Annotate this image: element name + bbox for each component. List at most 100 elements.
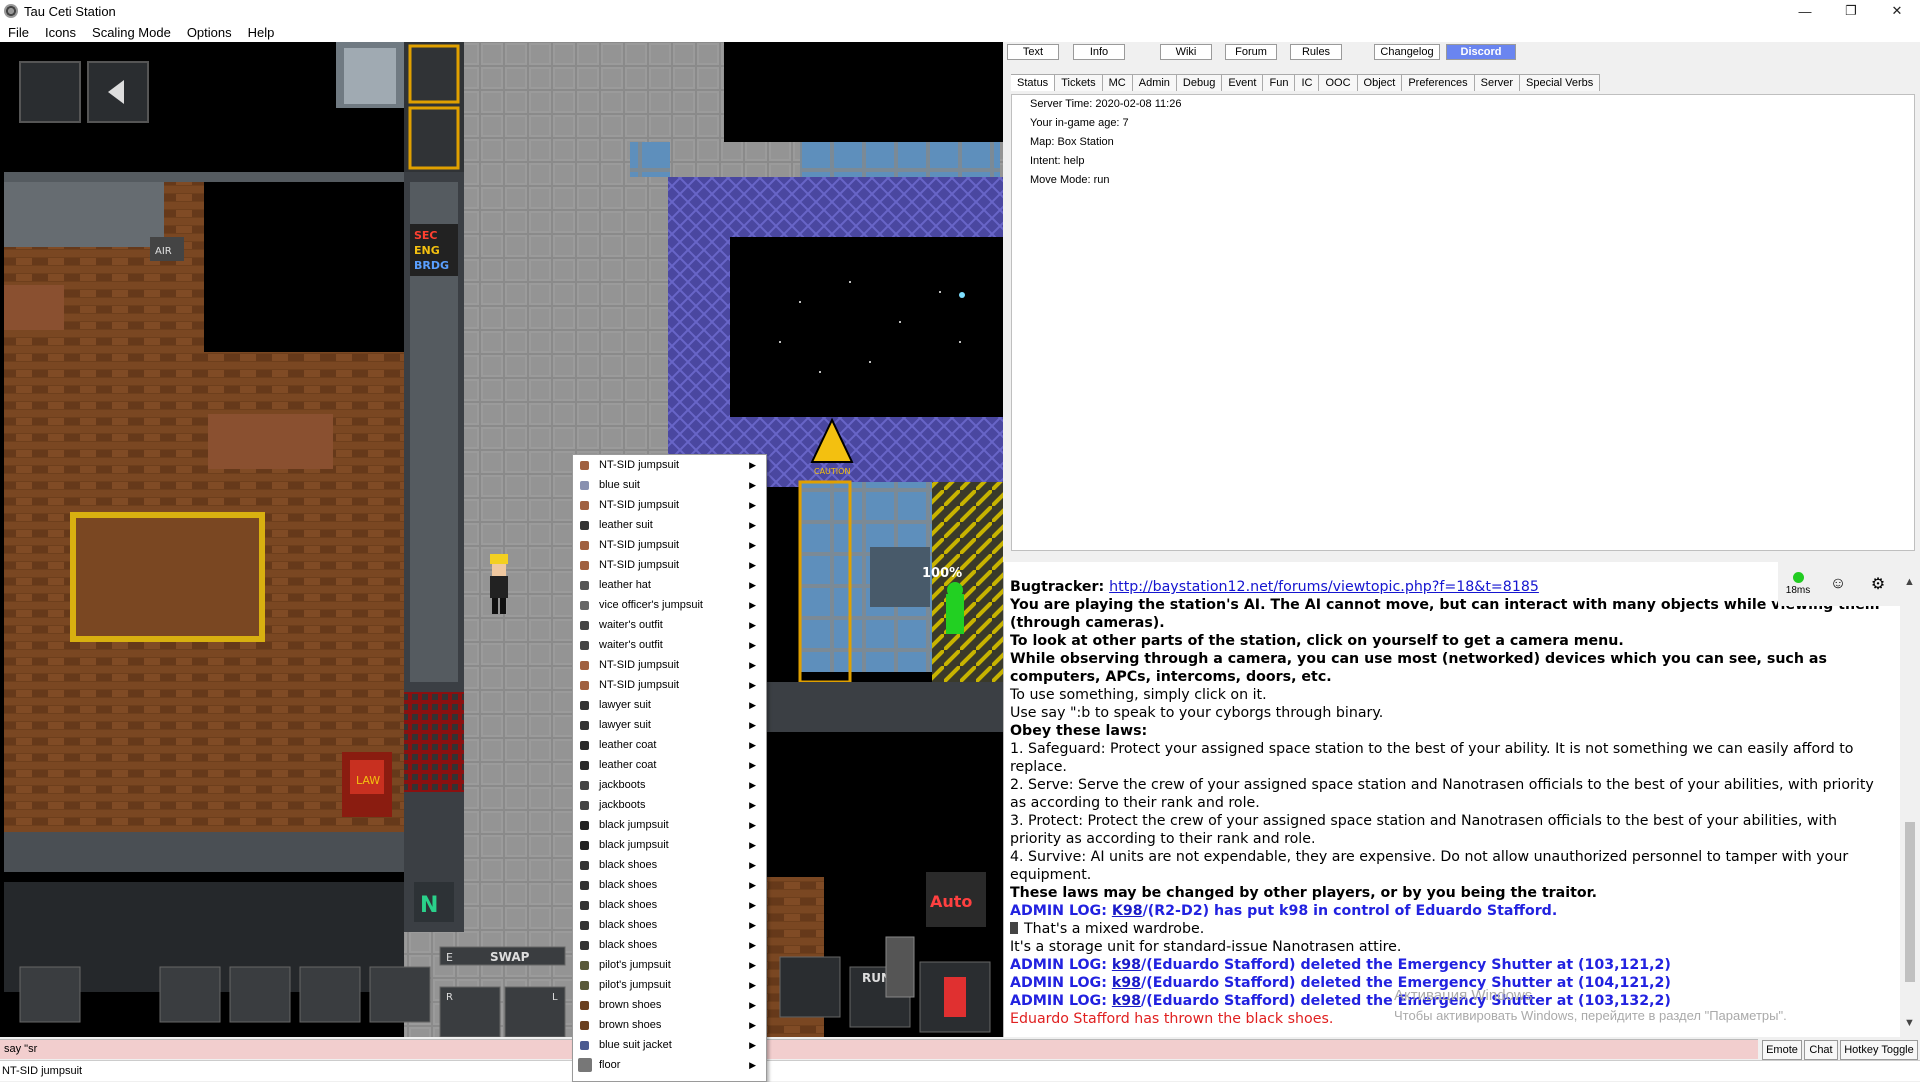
emoji-icon[interactable]: ☺ — [1818, 575, 1858, 593]
submenu-arrow-icon: ▶ — [749, 660, 756, 670]
menu-file[interactable]: File — [0, 25, 37, 40]
tab-tickets[interactable]: Tickets — [1055, 74, 1103, 91]
context-menu-item[interactable]: NT-SID jumpsuit ▶ — [573, 555, 766, 575]
tab-event[interactable]: Event — [1222, 74, 1264, 91]
context-menu-item[interactable]: black shoes ▶ — [573, 935, 766, 955]
minimize-icon[interactable]: — — [1782, 0, 1828, 22]
context-menu-item[interactable]: brown shoes ▶ — [573, 1015, 766, 1035]
submenu-arrow-icon: ▶ — [749, 540, 756, 550]
context-menu-item[interactable]: leather coat ▶ — [573, 755, 766, 775]
scroll-thumb[interactable] — [1905, 822, 1915, 982]
rules-button[interactable]: Rules — [1290, 44, 1342, 60]
context-menu-item[interactable]: leather suit ▶ — [573, 515, 766, 535]
clothing-icon — [580, 541, 589, 550]
context-menu-item[interactable]: black shoes ▶ — [573, 855, 766, 875]
admin-user-link[interactable]: k98 — [1112, 957, 1141, 973]
context-menu-item[interactable]: black shoes ▶ — [573, 915, 766, 935]
tab-status[interactable]: Status — [1011, 74, 1056, 91]
admin-user-link[interactable]: k98 — [1112, 975, 1141, 991]
context-menu-item[interactable]: jackboots ▶ — [573, 775, 766, 795]
changelog-button[interactable]: Changelog — [1374, 44, 1440, 60]
maximize-icon[interactable]: ❐ — [1828, 0, 1874, 22]
windows-activation-title: Активация Windows — [1394, 987, 1533, 1004]
context-menu-item[interactable]: vice officer's jumpsuit ▶ — [573, 595, 766, 615]
context-menu-item[interactable]: lawyer suit ▶ — [573, 695, 766, 715]
close-icon[interactable]: ✕ — [1874, 0, 1920, 22]
gear-icon[interactable]: ⚙ — [1858, 574, 1898, 594]
tab-mc[interactable]: MC — [1102, 74, 1133, 91]
context-menu-item[interactable]: lawyer suit ▶ — [573, 715, 766, 735]
discord-button[interactable]: Discord — [1446, 44, 1516, 60]
clothing-icon — [580, 461, 589, 470]
context-menu-item[interactable]: leather coat ▶ — [573, 735, 766, 755]
tab-debug[interactable]: Debug — [1176, 74, 1223, 91]
game-map-viewport[interactable]: LAW N SEC ENG BRDG AIR CAUTION 100% Auto… — [0, 42, 1003, 1037]
chat-scrollbar[interactable]: ▲ ▼ — [1900, 562, 1920, 1037]
context-menu-item[interactable]: NT-SID jumpsuit ▶ — [573, 455, 766, 475]
context-menu-item[interactable]: waiter's outfit ▶ — [573, 635, 766, 655]
context-menu-item[interactable]: blue suit ▶ — [573, 475, 766, 495]
context-menu-item[interactable]: black jumpsuit ▶ — [573, 815, 766, 835]
context-menu-item[interactable]: waiter's outfit ▶ — [573, 615, 766, 635]
context-menu-item[interactable]: black shoes ▶ — [573, 875, 766, 895]
wiki-button[interactable]: Wiki — [1160, 44, 1212, 60]
tab-special-verbs[interactable]: Special Verbs — [1520, 74, 1601, 91]
bugtracker-link[interactable]: http://baystation12.net/forums/viewtopic… — [1109, 579, 1539, 595]
admin-log-2: ADMIN LOG: k98/(Eduardo Stafford) delete… — [1004, 956, 1920, 974]
info-button[interactable]: Info — [1073, 44, 1125, 60]
clothing-icon — [580, 1021, 589, 1030]
tab-object[interactable]: Object — [1357, 74, 1403, 91]
command-input-value[interactable]: say "sr — [0, 1043, 37, 1055]
clothing-icon — [580, 1041, 589, 1050]
scroll-up-icon[interactable]: ▲ — [1904, 576, 1915, 588]
submenu-arrow-icon: ▶ — [749, 580, 756, 590]
status-intent: Intent: help — [1030, 155, 1085, 167]
tab-ooc[interactable]: OOC — [1319, 74, 1358, 91]
wardrobe-text: That's a mixed wardrobe. — [1024, 921, 1205, 937]
submenu-arrow-icon: ▶ — [749, 1000, 756, 1010]
forum-button[interactable]: Forum — [1225, 44, 1277, 60]
context-menu-item[interactable]: brown shoes ▶ — [573, 995, 766, 1015]
admin-user-link[interactable]: K98 — [1112, 903, 1143, 919]
chat-button[interactable]: Chat — [1804, 1040, 1838, 1060]
submenu-arrow-icon: ▶ — [749, 1060, 756, 1070]
context-menu-item[interactable]: black shoes ▶ — [573, 895, 766, 915]
context-menu-item[interactable]: NT-SID jumpsuit ▶ — [573, 495, 766, 515]
tab-server[interactable]: Server — [1474, 74, 1521, 91]
submenu-arrow-icon: ▶ — [749, 840, 756, 850]
admin-user-link[interactable]: k98 — [1112, 993, 1141, 1009]
emote-button[interactable]: Emote — [1762, 1040, 1802, 1060]
status-server-time: Server Time: 2020-02-08 11:26 — [1030, 98, 1182, 110]
command-input[interactable]: say "sr — [0, 1039, 1758, 1059]
context-menu-item[interactable]: leather hat ▶ — [573, 575, 766, 595]
tab-ic[interactable]: IC — [1295, 74, 1320, 91]
menu-icons[interactable]: Icons — [37, 25, 84, 40]
clothing-icon — [580, 561, 589, 570]
context-menu-item[interactable]: blue suit jacket ▶ — [573, 1035, 766, 1055]
context-menu-item[interactable]: pilot's jumpsuit ▶ — [573, 975, 766, 995]
submenu-arrow-icon: ▶ — [749, 500, 756, 510]
clothing-icon — [580, 741, 589, 750]
menu-options[interactable]: Options — [179, 25, 240, 40]
chat-intro-5: Use say ":b to speak to your cyborgs thr… — [1010, 705, 1384, 721]
context-menu-item[interactable]: jackboots ▶ — [573, 795, 766, 815]
menu-scaling-mode[interactable]: Scaling Mode — [84, 25, 179, 40]
tab-fun[interactable]: Fun — [1263, 74, 1296, 91]
context-menu-item[interactable]: floor ▶ — [573, 1055, 766, 1075]
context-menu-item[interactable]: pilot's jumpsuit ▶ — [573, 955, 766, 975]
menu-help[interactable]: Help — [240, 25, 283, 40]
admin-log-text: /(R2-D2) has put k98 in control of Eduar… — [1142, 903, 1558, 919]
window-controls: — ❐ ✕ — [1782, 0, 1920, 22]
map-render[interactable]: LAW N SEC ENG BRDG AIR CAUTION 100% Auto… — [0, 42, 1003, 1037]
chat-output[interactable]: Bugtracker: http://baystation12.net/foru… — [1003, 562, 1920, 1037]
tab-admin[interactable]: Admin — [1132, 74, 1177, 91]
tab-preferences[interactable]: Preferences — [1402, 74, 1475, 91]
hotkey-toggle-button[interactable]: Hotkey Toggle — [1840, 1040, 1918, 1060]
text-button[interactable]: Text — [1007, 44, 1059, 60]
context-menu-item[interactable]: NT-SID jumpsuit ▶ — [573, 675, 766, 695]
context-menu-item[interactable]: black jumpsuit ▶ — [573, 835, 766, 855]
submenu-arrow-icon: ▶ — [749, 680, 756, 690]
context-menu-item[interactable]: NT-SID jumpsuit ▶ — [573, 655, 766, 675]
context-menu-item[interactable]: NT-SID jumpsuit ▶ — [573, 535, 766, 555]
scroll-down-icon[interactable]: ▼ — [1904, 1017, 1915, 1029]
